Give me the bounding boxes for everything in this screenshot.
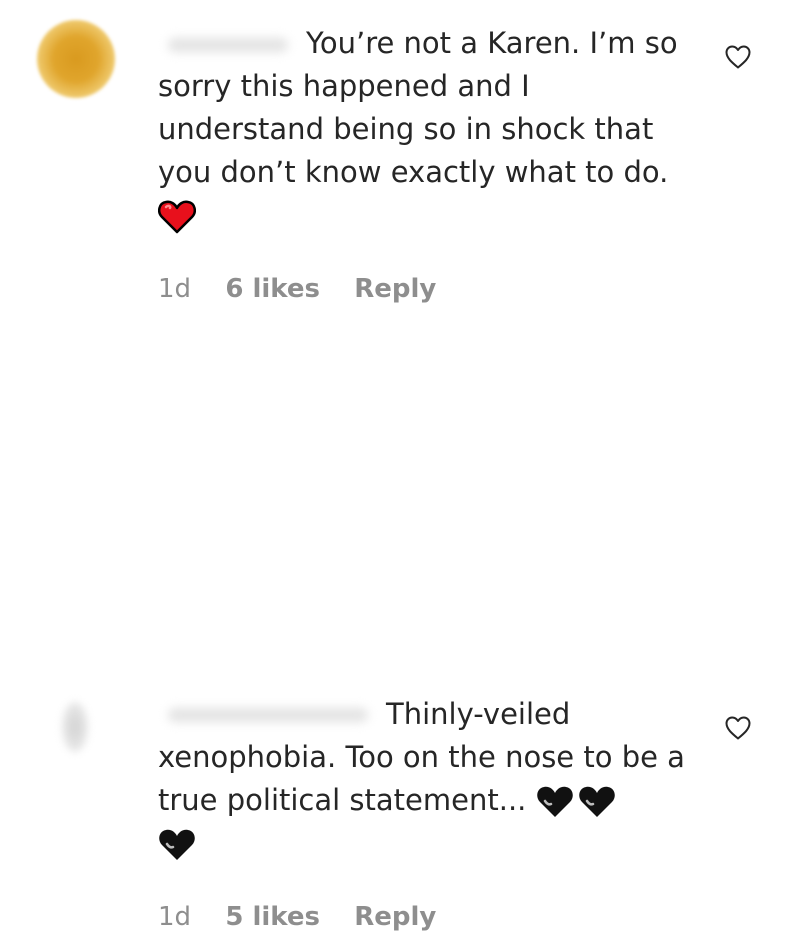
black-heart-emoji <box>536 785 574 819</box>
comment-text: You’re not a Karen. I’m so sorry this ha… <box>158 22 698 237</box>
comment-time: 1d <box>158 902 192 932</box>
comment: You’re not a Karen. I’m so sorry this ha… <box>0 0 800 330</box>
likes-count-button[interactable]: 6 likes <box>225 274 320 304</box>
comment-text: Thinly-veiled xenophobia. Too on the nos… <box>158 693 698 865</box>
likes-count-button[interactable]: 5 likes <box>225 902 320 932</box>
avatar[interactable] <box>62 702 88 752</box>
black-heart-emoji <box>158 828 196 862</box>
emoji-line <box>158 194 698 237</box>
heart-outline-icon[interactable] <box>724 44 752 70</box>
heart-outline-icon[interactable] <box>724 715 752 741</box>
emoji-line <box>158 822 698 865</box>
comment-text-first-line: Thinly-veiled <box>386 697 571 731</box>
red-heart-emoji <box>158 200 196 234</box>
reply-button[interactable]: Reply <box>354 274 436 304</box>
reply-button[interactable]: Reply <box>354 902 436 932</box>
comment-meta: 1d 5 likes Reply <box>158 902 436 932</box>
avatar[interactable] <box>37 20 115 98</box>
comment-time: 1d <box>158 274 192 304</box>
comment-text-rest: sorry this happened and I understand bei… <box>158 69 669 189</box>
black-heart-emoji <box>578 785 616 819</box>
comment-text-first-line: You’re not a Karen. I’m so <box>306 26 678 60</box>
comment: Thinly-veiled xenophobia. Too on the nos… <box>0 330 800 932</box>
comment-meta: 1d 6 likes Reply <box>158 274 436 304</box>
